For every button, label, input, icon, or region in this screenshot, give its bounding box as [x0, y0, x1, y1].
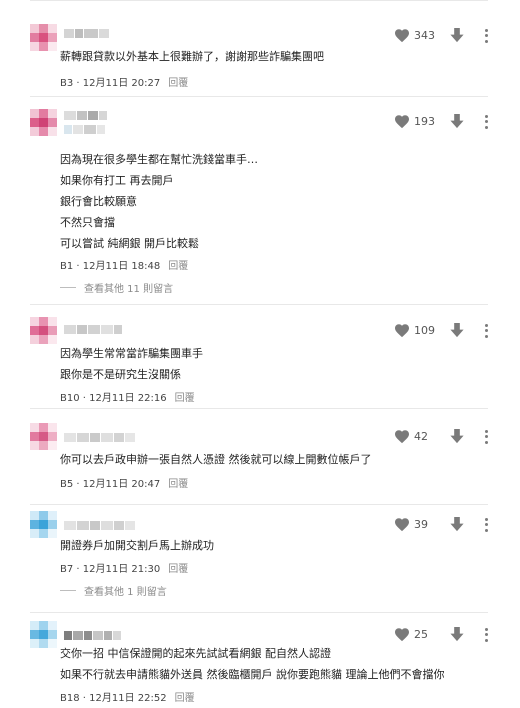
more-vertical-icon[interactable]	[484, 28, 488, 43]
author-name	[64, 319, 123, 334]
comment-actions: 42	[394, 429, 488, 444]
comment-text: 因為學生常常當詐騙集團車手 跟你是不是研究生沒關係	[60, 343, 203, 385]
comment-line: 薪轉跟貸款以外基本上很難辦了，謝謝那些詐騙集團吧	[60, 50, 324, 63]
comment-line: 跟你是不是研究生沒關係	[60, 368, 181, 381]
comment-meta: B7 · 12月11日 21:30 回覆	[60, 560, 188, 575]
like-count: 42	[414, 430, 428, 443]
comment-meta: B3 · 12月11日 20:27 回覆	[60, 74, 188, 89]
avatar[interactable]	[30, 109, 57, 136]
heart-icon[interactable]	[394, 114, 410, 129]
comment-line: 銀行會比較願意	[60, 195, 137, 208]
reply-button[interactable]: 回覆	[168, 261, 188, 272]
reply-button[interactable]: 回覆	[168, 78, 188, 89]
avatar[interactable]	[30, 423, 57, 450]
heart-icon[interactable]	[394, 517, 410, 532]
arrow-down-icon[interactable]	[450, 323, 464, 338]
comment-line: 你可以去戶政申辦一張自然人憑證 然後就可以線上開數位帳戶了	[60, 453, 372, 466]
arrow-down-icon[interactable]	[450, 28, 464, 43]
avatar[interactable]	[30, 511, 57, 538]
comment-item: 39 開證券戶加開交割戶馬上辦成功 B7 · 12月11日 21:30 回覆 查看…	[30, 504, 488, 612]
more-vertical-icon[interactable]	[484, 429, 488, 444]
more-vertical-icon[interactable]	[484, 114, 488, 129]
like-count: 109	[414, 324, 435, 337]
comment-actions: 25	[394, 627, 488, 642]
comment-line: 因為現在很多學生都在幫忙洗錢當車手…	[60, 153, 258, 166]
comment-text: 因為現在很多學生都在幫忙洗錢當車手… 如果你有打工 再去開戶 銀行會比較願意 不…	[60, 149, 258, 254]
comment-line: 不然只會擋	[60, 216, 115, 229]
more-replies-label: 查看其他 1 則留言	[84, 587, 167, 598]
comment-line: 如果不行就去申請熊貓外送員 然後臨櫃開戶 說你要跑熊貓 理論上他們不會擋你	[60, 668, 445, 681]
avatar[interactable]	[30, 317, 57, 344]
view-more-replies[interactable]: 查看其他 11 則留言	[60, 280, 173, 295]
reply-button[interactable]: 回覆	[168, 564, 188, 575]
avatar[interactable]	[30, 621, 57, 648]
comment-text: 開證券戶加開交割戶馬上辦成功	[60, 535, 214, 556]
author-name	[64, 427, 136, 442]
floor-time: B3 · 12月11日 20:27	[60, 78, 161, 89]
like-count: 193	[414, 115, 435, 128]
like-count: 25	[414, 628, 428, 641]
more-vertical-icon[interactable]	[484, 323, 488, 338]
comment-item: 343 薪轉跟貸款以外基本上很難辦了，謝謝那些詐騙集團吧 B3 · 12月11日…	[30, 12, 488, 96]
more-vertical-icon[interactable]	[484, 517, 488, 532]
comment-text: 你可以去戶政申辦一張自然人憑證 然後就可以線上開數位帳戶了	[60, 449, 372, 470]
more-vertical-icon[interactable]	[484, 627, 488, 642]
arrow-down-icon[interactable]	[450, 429, 464, 444]
reply-button[interactable]: 回覆	[175, 393, 195, 404]
comment-actions: 193	[394, 114, 488, 129]
heart-icon[interactable]	[394, 429, 410, 444]
comment-text: 薪轉跟貸款以外基本上很難辦了，謝謝那些詐騙集團吧	[60, 46, 324, 67]
comment-item: 42 你可以去戶政申辦一張自然人憑證 然後就可以線上開數位帳戶了 B5 · 12…	[30, 408, 488, 504]
more-replies-label: 查看其他 11 則留言	[84, 284, 174, 295]
floor-time: B18 · 12月11日 22:52	[60, 693, 167, 704]
arrow-down-icon[interactable]	[450, 627, 464, 642]
author-name	[64, 625, 122, 640]
comment-item: 193 因為現在很多學生都在幫忙洗錢當車手… 如果你有打工 再去開戶 銀行會比較…	[30, 96, 488, 304]
reply-button[interactable]: 回覆	[175, 693, 195, 704]
floor-time: B10 · 12月11日 22:16	[60, 393, 167, 404]
floor-time: B5 · 12月11日 20:47	[60, 479, 161, 490]
top-divider	[30, 0, 488, 2]
author-name	[64, 515, 136, 530]
arrow-down-icon[interactable]	[450, 114, 464, 129]
comment-meta: B18 · 12月11日 22:52 回覆	[60, 689, 195, 704]
comment-actions: 39	[394, 517, 488, 532]
comment-line: 可以嘗試 純網銀 開戶比較鬆	[60, 237, 199, 250]
comment-item: 25 交你一招 中信保證開的起來先試試看網銀 配自然人認證 如果不行就去申請熊貓…	[30, 612, 488, 708]
comment-item: 109 因為學生常常當詐騙集團車手 跟你是不是研究生沒關係 B10 · 12月1…	[30, 304, 488, 408]
comment-line: 開證券戶加開交割戶馬上辦成功	[60, 539, 214, 552]
heart-icon[interactable]	[394, 28, 410, 43]
like-count: 343	[414, 29, 435, 42]
comment-actions: 109	[394, 323, 488, 338]
like-count: 39	[414, 518, 428, 531]
author-name	[64, 23, 110, 38]
floor-time: B1 · 12月11日 18:48	[60, 261, 161, 272]
comment-line: 如果你有打工 再去開戶	[60, 174, 174, 187]
arrow-down-icon[interactable]	[450, 517, 464, 532]
comment-meta: B5 · 12月11日 20:47 回覆	[60, 475, 188, 490]
view-more-replies[interactable]: 查看其他 1 則留言	[60, 583, 167, 598]
comment-actions: 343	[394, 28, 488, 43]
comment-text: 交你一招 中信保證開的起來先試試看網銀 配自然人認證 如果不行就去申請熊貓外送員…	[60, 643, 445, 685]
author-handle	[64, 119, 106, 134]
divider	[60, 287, 76, 288]
heart-icon[interactable]	[394, 323, 410, 338]
reply-button[interactable]: 回覆	[168, 479, 188, 490]
comment-line: 交你一招 中信保證開的起來先試試看網銀 配自然人認證	[60, 647, 331, 660]
avatar[interactable]	[30, 24, 57, 51]
comment-meta: B1 · 12月11日 18:48 回覆	[60, 257, 188, 272]
author-name	[64, 105, 108, 120]
comment-line: 因為學生常常當詐騙集團車手	[60, 347, 203, 360]
comment-meta: B10 · 12月11日 22:16 回覆	[60, 389, 195, 404]
heart-icon[interactable]	[394, 627, 410, 642]
divider	[60, 590, 76, 591]
floor-time: B7 · 12月11日 21:30	[60, 564, 161, 575]
